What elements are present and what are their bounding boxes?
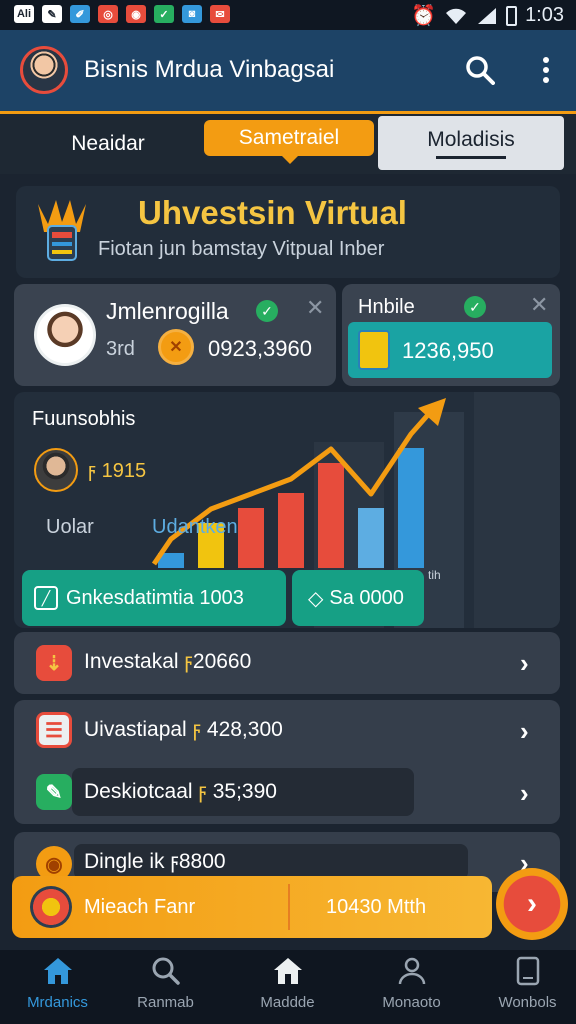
chart-title: Fuunsobhis [32, 408, 136, 430]
tab-underline [436, 155, 506, 159]
nav-item-monaoto[interactable]: Monaoto [354, 956, 469, 1020]
green-action-label: Sa 0000 [329, 586, 404, 609]
nav-label: Ranmab [137, 994, 194, 1011]
nav-item-wonbols[interactable]: Wonbols [470, 956, 576, 1020]
user-sub-label: 3rd [106, 338, 135, 360]
list-item-investakal[interactable]: ⇣ Investakal ϝ20660 › [14, 632, 560, 694]
target-app-icon: ◎ [98, 5, 118, 23]
tag-icon: ◇ [308, 587, 324, 610]
app-title: Bisnis Mrdua Vinbagsai [84, 56, 335, 83]
stop-app-icon: ◉ [126, 5, 146, 23]
promo-right-text: 10430 Mtth [326, 896, 427, 918]
green-action-button-1[interactable]: ╱ Gnkesdatimtia 1003 [22, 570, 286, 626]
chevron-right-icon: › [520, 648, 529, 678]
verified-icon: ✓ [256, 300, 278, 322]
tablet-icon [516, 956, 539, 986]
tab-label: Sametraiel [238, 126, 340, 149]
green-action-button-2[interactable]: ◇ Sa 0000 [292, 570, 424, 626]
promo-divider [288, 884, 290, 930]
clock-time: 1:03 [525, 4, 564, 26]
active-tab-pointer [282, 156, 298, 164]
search-icon[interactable] [462, 52, 498, 88]
tab-neaidar[interactable]: Neaidar [18, 120, 198, 168]
pen-app-icon: ✐ [70, 5, 90, 23]
upgrade-icon: ⇣ [36, 645, 72, 681]
list-item-deskiotcaal[interactable]: ✎ Deskiotcaal ϝ 35;390 › [14, 762, 560, 824]
chart-bar [318, 463, 344, 568]
edit-icon: ╱ [34, 586, 58, 610]
camera-app-icon: ◙ [182, 5, 202, 23]
tab-moladisis[interactable]: Moladisis [378, 116, 564, 170]
promo-go-button[interactable]: › [496, 868, 568, 940]
investor-avatar [34, 448, 78, 492]
green-action-label: Gnkesdatimtia 1003 [66, 586, 244, 609]
check-app-icon: ✓ [154, 5, 174, 23]
investor-value-text: 1915 [101, 460, 147, 482]
promo-badge-icon [30, 886, 72, 928]
banner-title: Uhvestsin Virtual [138, 194, 407, 231]
user-balance-amount: 0923,3960 [208, 336, 312, 361]
nav-label: Mrdanics [27, 994, 88, 1011]
promo-left-text: Mieach Fanr [84, 896, 196, 918]
chart-bar [278, 493, 304, 568]
nav-item-mrdanics[interactable]: Mrdanics [0, 956, 115, 1020]
chat-icon: ✎ [36, 774, 72, 810]
tab-sametraiel[interactable]: Sametraiel [204, 120, 374, 156]
chevron-right-icon: › [527, 887, 537, 920]
wifi-icon [446, 8, 467, 24]
list-item-label: Uivastiapal ϝ 428,300 [84, 718, 283, 741]
battery-icon [506, 5, 518, 26]
chart-corner-label: tih [428, 568, 441, 582]
signal-icon [478, 7, 497, 24]
tab-bar: Neaidar Sametraiel Moladisis [0, 114, 576, 174]
nav-label: Monaoto [382, 994, 441, 1011]
house-icon [273, 958, 302, 984]
calendar-icon: ☰ [36, 712, 72, 748]
list-group: ☰ Uivastiapal ϝ 428,300 › ✎ Deskiotcaal … [14, 700, 560, 824]
chart-left-label: Uolar [46, 516, 94, 538]
status-bar-right: ⏰ 1:03 [411, 3, 564, 28]
user-avatar[interactable] [20, 46, 68, 94]
app-bar: Bisnis Mrdua Vinbagsai [0, 30, 576, 114]
banner-subtitle: Fiotan jun bamstay Vitpual Inber [98, 238, 385, 260]
alarm-icon: ⏰ [411, 5, 437, 27]
nav-label: Wonbols [498, 994, 557, 1011]
mail-app-icon: ✉ [210, 5, 230, 23]
user-photo [34, 304, 96, 366]
close-icon[interactable]: ✕ [530, 292, 548, 318]
nav-item-maddde[interactable]: Maddde [230, 956, 345, 1020]
coin-icon: ✕ [158, 329, 194, 365]
verified-icon: ✓ [464, 296, 486, 318]
list-item-label: Deskiotcaal ϝ 35;390 [84, 780, 277, 803]
promo-bar[interactable]: Mieach Fanr 10430 Mtth [12, 876, 492, 938]
chart-bar [358, 508, 384, 568]
tab-label: Moladisis [427, 127, 515, 151]
profile-icon [398, 957, 425, 985]
nav-item-ranmab[interactable]: Ranmab [108, 956, 223, 1020]
search-icon [152, 957, 180, 985]
currency-symbol: ϝ [88, 460, 97, 482]
nav-label: Maddde [260, 994, 315, 1011]
signal-app-icon: Ali [14, 5, 34, 23]
chevron-right-icon: › [520, 716, 529, 746]
chart-bar [238, 508, 264, 568]
home-icon [43, 958, 72, 984]
tab-label: Neaidar [71, 132, 145, 155]
list-item-uivastiapal[interactable]: ☰ Uivastiapal ϝ 428,300 › [14, 700, 560, 762]
investment-logo-icon [34, 198, 90, 264]
more-options-icon[interactable] [528, 52, 564, 88]
chevron-right-icon: › [520, 778, 529, 808]
mobile-label: Hnbile [358, 296, 415, 318]
user-name: Jmlenrogilla [106, 298, 229, 324]
list-item-label: Dingle ik ϝ8800 [84, 850, 226, 873]
close-icon[interactable]: ✕ [306, 295, 324, 321]
list-item-label: Investakal ϝ20660 [84, 650, 252, 673]
mobile-balance-amount: 1236,950 [402, 338, 494, 363]
chart-bar [398, 448, 424, 568]
wallet-icon [358, 330, 390, 370]
investor-value: ϝ 1915 [88, 460, 146, 483]
note-app-icon: ✎ [42, 5, 62, 23]
chart-right-label: Udantken [152, 516, 238, 538]
